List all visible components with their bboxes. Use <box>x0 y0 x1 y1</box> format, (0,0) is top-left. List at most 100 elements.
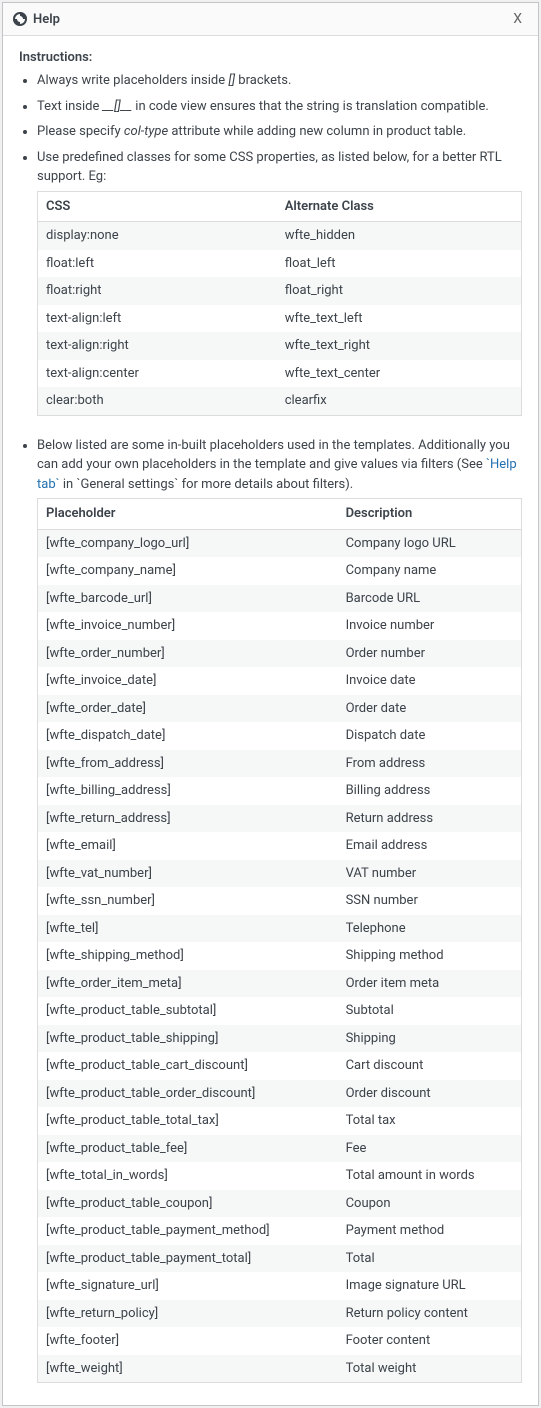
placeholder-section: Below listed are some in-built placehold… <box>19 436 522 1384</box>
placeholder-cell: [wfte_invoice_date] <box>38 667 338 695</box>
placeholder-cell: [wfte_tel] <box>38 915 338 943</box>
placeholder-cell: [wfte_email] <box>38 832 338 860</box>
placeholder-cell: [wfte_shipping_method] <box>38 942 338 970</box>
table-row: [wfte_email]Email address <box>38 832 522 860</box>
table-row: [wfte_total_in_words]Total amount in wor… <box>38 1162 522 1190</box>
placeholder-table: Placeholder Description [wfte_company_lo… <box>37 498 522 1383</box>
placeholder-cell: [wfte_dispatch_date] <box>38 722 338 750</box>
description-cell: Billing address <box>338 777 522 805</box>
description-cell: Footer content <box>338 1327 522 1355</box>
table-row: [wfte_tel]Telephone <box>38 915 522 943</box>
placeholder-cell: [wfte_weight] <box>38 1355 338 1383</box>
instr-text: Use predefined classes for some CSS prop… <box>37 150 502 185</box>
placeholder-cell: [wfte_product_table_payment_total] <box>38 1245 338 1273</box>
alt-class-cell: wfte_text_right <box>277 332 522 360</box>
description-cell: From address <box>338 750 522 778</box>
table-row: [wfte_invoice_number]Invoice number <box>38 612 522 640</box>
placeholder-cell: [wfte_product_table_subtotal] <box>38 997 338 1025</box>
table-row: [wfte_company_name]Company name <box>38 557 522 585</box>
instruction-item: Text inside __[]__ in code view ensures … <box>37 97 522 117</box>
instr-text: in `General settings` for more details a… <box>60 477 354 492</box>
description-cell: VAT number <box>338 860 522 888</box>
placeholder-cell: [wfte_ssn_number] <box>38 887 338 915</box>
alt-class-cell: clearfix <box>277 387 522 415</box>
alt-class-cell: wfte_text_center <box>277 360 522 388</box>
table-row: [wfte_barcode_url]Barcode URL <box>38 585 522 613</box>
placeholder-cell: [wfte_signature_url] <box>38 1272 338 1300</box>
description-cell: Coupon <box>338 1190 522 1218</box>
instruction-item: Always write placeholders inside [] brac… <box>37 71 522 91</box>
alt-class-cell: float_right <box>277 277 522 305</box>
instr-text: Always write placeholders inside <box>37 73 228 88</box>
description-cell: Total tax <box>338 1107 522 1135</box>
description-cell: SSN number <box>338 887 522 915</box>
instructions-list: Always write placeholders inside [] brac… <box>19 71 522 416</box>
placeholder-cell: [wfte_company_logo_url] <box>38 529 338 557</box>
table-row: [wfte_product_table_payment_method]Payme… <box>38 1217 522 1245</box>
instr-text: Please specify <box>37 124 124 139</box>
instruction-item: Below listed are some in-built placehold… <box>37 436 522 1384</box>
description-cell: Total <box>338 1245 522 1273</box>
placeholder-cell: [wfte_order_item_meta] <box>38 970 338 998</box>
placeholder-cell: [wfte_billing_address] <box>38 777 338 805</box>
table-row: [wfte_order_date]Order date <box>38 695 522 723</box>
table-row: [wfte_product_table_shipping]Shipping <box>38 1025 522 1053</box>
description-cell: Company logo URL <box>338 529 522 557</box>
placeholder-cell: [wfte_vat_number] <box>38 860 338 888</box>
instr-text: in code view ensures that the string is … <box>132 99 489 114</box>
table-row: [wfte_from_address]From address <box>38 750 522 778</box>
placeholder-cell: [wfte_product_table_fee] <box>38 1135 338 1163</box>
placeholder-cell: [wfte_order_number] <box>38 640 338 668</box>
table-row: [wfte_product_table_cart_discount]Cart d… <box>38 1052 522 1080</box>
description-cell: Payment method <box>338 1217 522 1245</box>
placeholder-cell: [wfte_product_table_total_tax] <box>38 1107 338 1135</box>
description-cell: Image signature URL <box>338 1272 522 1300</box>
table-row: [wfte_dispatch_date]Dispatch date <box>38 722 522 750</box>
css-property-cell: float:right <box>38 277 277 305</box>
placeholder-cell: [wfte_company_name] <box>38 557 338 585</box>
description-cell: Shipping method <box>338 942 522 970</box>
dialog-header: Help X <box>3 3 538 36</box>
table-row: [wfte_product_table_order_discount]Order… <box>38 1080 522 1108</box>
description-cell: Order date <box>338 695 522 723</box>
description-cell: Cart discount <box>338 1052 522 1080</box>
css-property-cell: float:left <box>38 250 277 278</box>
placeholder-cell: [wfte_from_address] <box>38 750 338 778</box>
table-row: [wfte_shipping_method]Shipping method <box>38 942 522 970</box>
placeholder-cell: [wfte_order_date] <box>38 695 338 723</box>
close-button[interactable]: X <box>507 9 528 29</box>
description-cell: Order discount <box>338 1080 522 1108</box>
description-cell: Email address <box>338 832 522 860</box>
placeholder-cell: [wfte_return_address] <box>38 805 338 833</box>
description-cell: Barcode URL <box>338 585 522 613</box>
dialog-title: Help <box>33 12 60 27</box>
table-row: [wfte_order_number]Order number <box>38 640 522 668</box>
table-row: [wfte_product_table_subtotal]Subtotal <box>38 997 522 1025</box>
table-row: [wfte_product_table_fee]Fee <box>38 1135 522 1163</box>
placeholder-cell: [wfte_invoice_number] <box>38 612 338 640</box>
placeholder-cell: [wfte_product_table_shipping] <box>38 1025 338 1053</box>
table-row: [wfte_signature_url]Image signature URL <box>38 1272 522 1300</box>
description-cell: Shipping <box>338 1025 522 1053</box>
css-classes-table: CSS Alternate Class display:nonewfte_hid… <box>37 191 522 416</box>
table-row: clear:bothclearfix <box>38 387 522 415</box>
instr-attr: col-type <box>124 124 168 139</box>
table-row: text-align:rightwfte_text_right <box>38 332 522 360</box>
table-row: [wfte_product_table_coupon]Coupon <box>38 1190 522 1218</box>
alt-class-cell: wfte_text_left <box>277 305 522 333</box>
alt-class-cell: float_left <box>277 250 522 278</box>
instructions-heading: Instructions: <box>19 50 522 65</box>
table-row: [wfte_return_address]Return address <box>38 805 522 833</box>
css-table-header: CSS <box>38 191 277 222</box>
description-cell: Fee <box>338 1135 522 1163</box>
table-row: [wfte_vat_number]VAT number <box>38 860 522 888</box>
description-cell: Total amount in words <box>338 1162 522 1190</box>
css-property-cell: text-align:right <box>38 332 277 360</box>
table-row: [wfte_return_policy]Return policy conten… <box>38 1300 522 1328</box>
description-cell: Dispatch date <box>338 722 522 750</box>
dialog-title-wrap: Help <box>13 12 60 27</box>
instruction-item: Use predefined classes for some CSS prop… <box>37 148 522 416</box>
css-property-cell: text-align:center <box>38 360 277 388</box>
table-row: [wfte_company_logo_url]Company logo URL <box>38 529 522 557</box>
css-property-cell: clear:both <box>38 387 277 415</box>
